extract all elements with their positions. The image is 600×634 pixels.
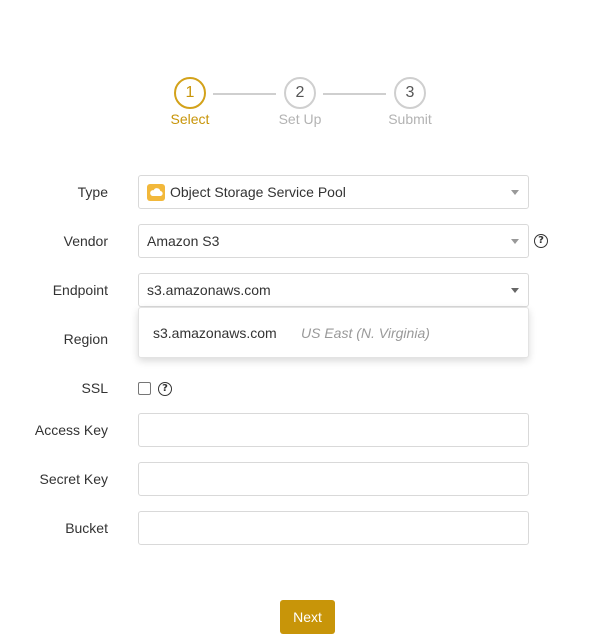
vendor-value: Amazon S3 (147, 233, 220, 249)
ssl-checkbox[interactable] (138, 382, 151, 395)
step-number: 3 (394, 77, 426, 109)
step-number: 2 (284, 77, 316, 109)
step-number: 1 (174, 77, 206, 109)
step-connector (213, 93, 276, 95)
vendor-label: Vendor (63, 233, 108, 249)
access-key-label: Access Key (34, 422, 108, 438)
option-region: US East (N. Virginia) (301, 325, 430, 341)
step-3: 3 (393, 77, 427, 109)
chevron-down-icon (511, 288, 519, 293)
type-value: Object Storage Service Pool (170, 184, 346, 200)
option-endpoint: s3.amazonaws.com (153, 325, 277, 341)
access-key-input[interactable] (138, 413, 529, 447)
step-label-select: Select (170, 111, 210, 127)
type-select[interactable]: Object Storage Service Pool (138, 175, 529, 209)
step-label-submit: Submit (388, 111, 432, 127)
dropdown-option[interactable]: s3.amazonaws.com US East (N. Virginia) (139, 308, 528, 357)
chevron-down-icon (511, 190, 519, 195)
step-2: 2 (283, 77, 317, 109)
chevron-down-icon (511, 239, 519, 244)
step-label-setup: Set Up (278, 111, 322, 127)
type-label: Type (77, 184, 108, 200)
secret-key-label: Secret Key (39, 471, 108, 487)
ssl-label: SSL (81, 380, 108, 396)
help-icon[interactable]: ? (534, 234, 548, 248)
cloud-icon (147, 184, 165, 201)
bucket-input[interactable] (138, 511, 529, 545)
endpoint-value: s3.amazonaws.com (147, 282, 271, 298)
help-icon[interactable]: ? (158, 382, 172, 396)
step-1: 1 (173, 77, 207, 109)
endpoint-label: Endpoint (52, 282, 108, 298)
next-button[interactable]: Next (280, 600, 335, 634)
bucket-label: Bucket (65, 520, 108, 536)
endpoint-dropdown: s3.amazonaws.com US East (N. Virginia) (138, 307, 529, 358)
vendor-select[interactable]: Amazon S3 (138, 224, 529, 258)
region-label: Region (63, 331, 108, 347)
secret-key-input[interactable] (138, 462, 529, 496)
step-connector (323, 93, 386, 95)
endpoint-select[interactable]: s3.amazonaws.com (138, 273, 529, 307)
